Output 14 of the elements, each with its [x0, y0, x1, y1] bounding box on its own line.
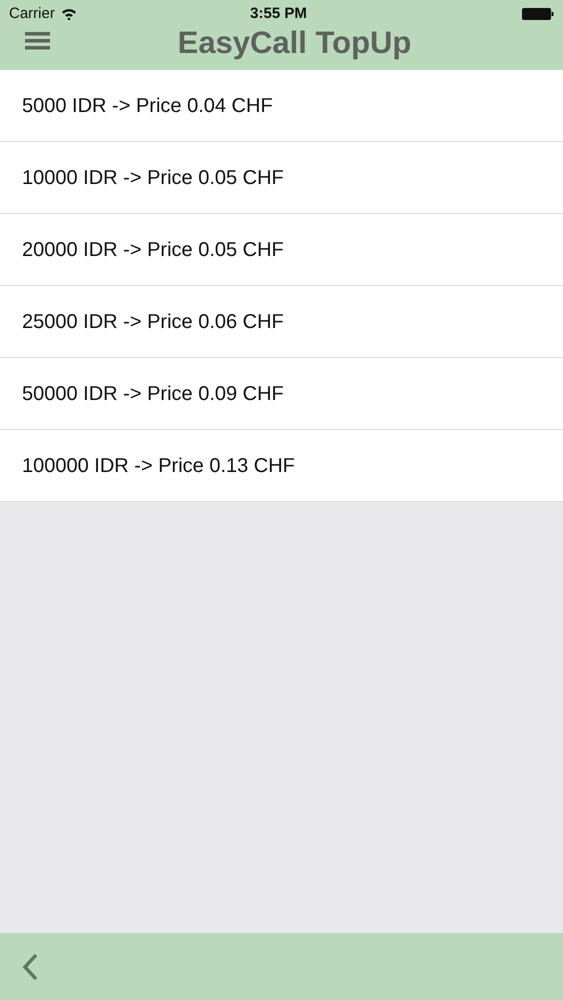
- price-label: 50000 IDR -> Price 0.09 CHF: [22, 382, 284, 406]
- price-label: 5000 IDR -> Price 0.04 CHF: [22, 94, 273, 118]
- battery-icon: [522, 8, 554, 20]
- wifi-icon: [60, 8, 77, 20]
- back-icon: [22, 952, 38, 980]
- price-label: 10000 IDR -> Price 0.05 CHF: [22, 166, 284, 190]
- price-label: 20000 IDR -> Price 0.05 CHF: [22, 238, 284, 262]
- menu-icon: [24, 32, 50, 50]
- price-label: 100000 IDR -> Price 0.13 CHF: [22, 454, 295, 478]
- carrier-label: Carrier: [9, 4, 55, 24]
- price-label: 25000 IDR -> Price 0.06 CHF: [22, 310, 284, 334]
- app-title: EasyCall TopUp: [178, 25, 412, 61]
- menu-button[interactable]: [24, 31, 50, 51]
- status-time: 3:55 PM: [250, 4, 307, 24]
